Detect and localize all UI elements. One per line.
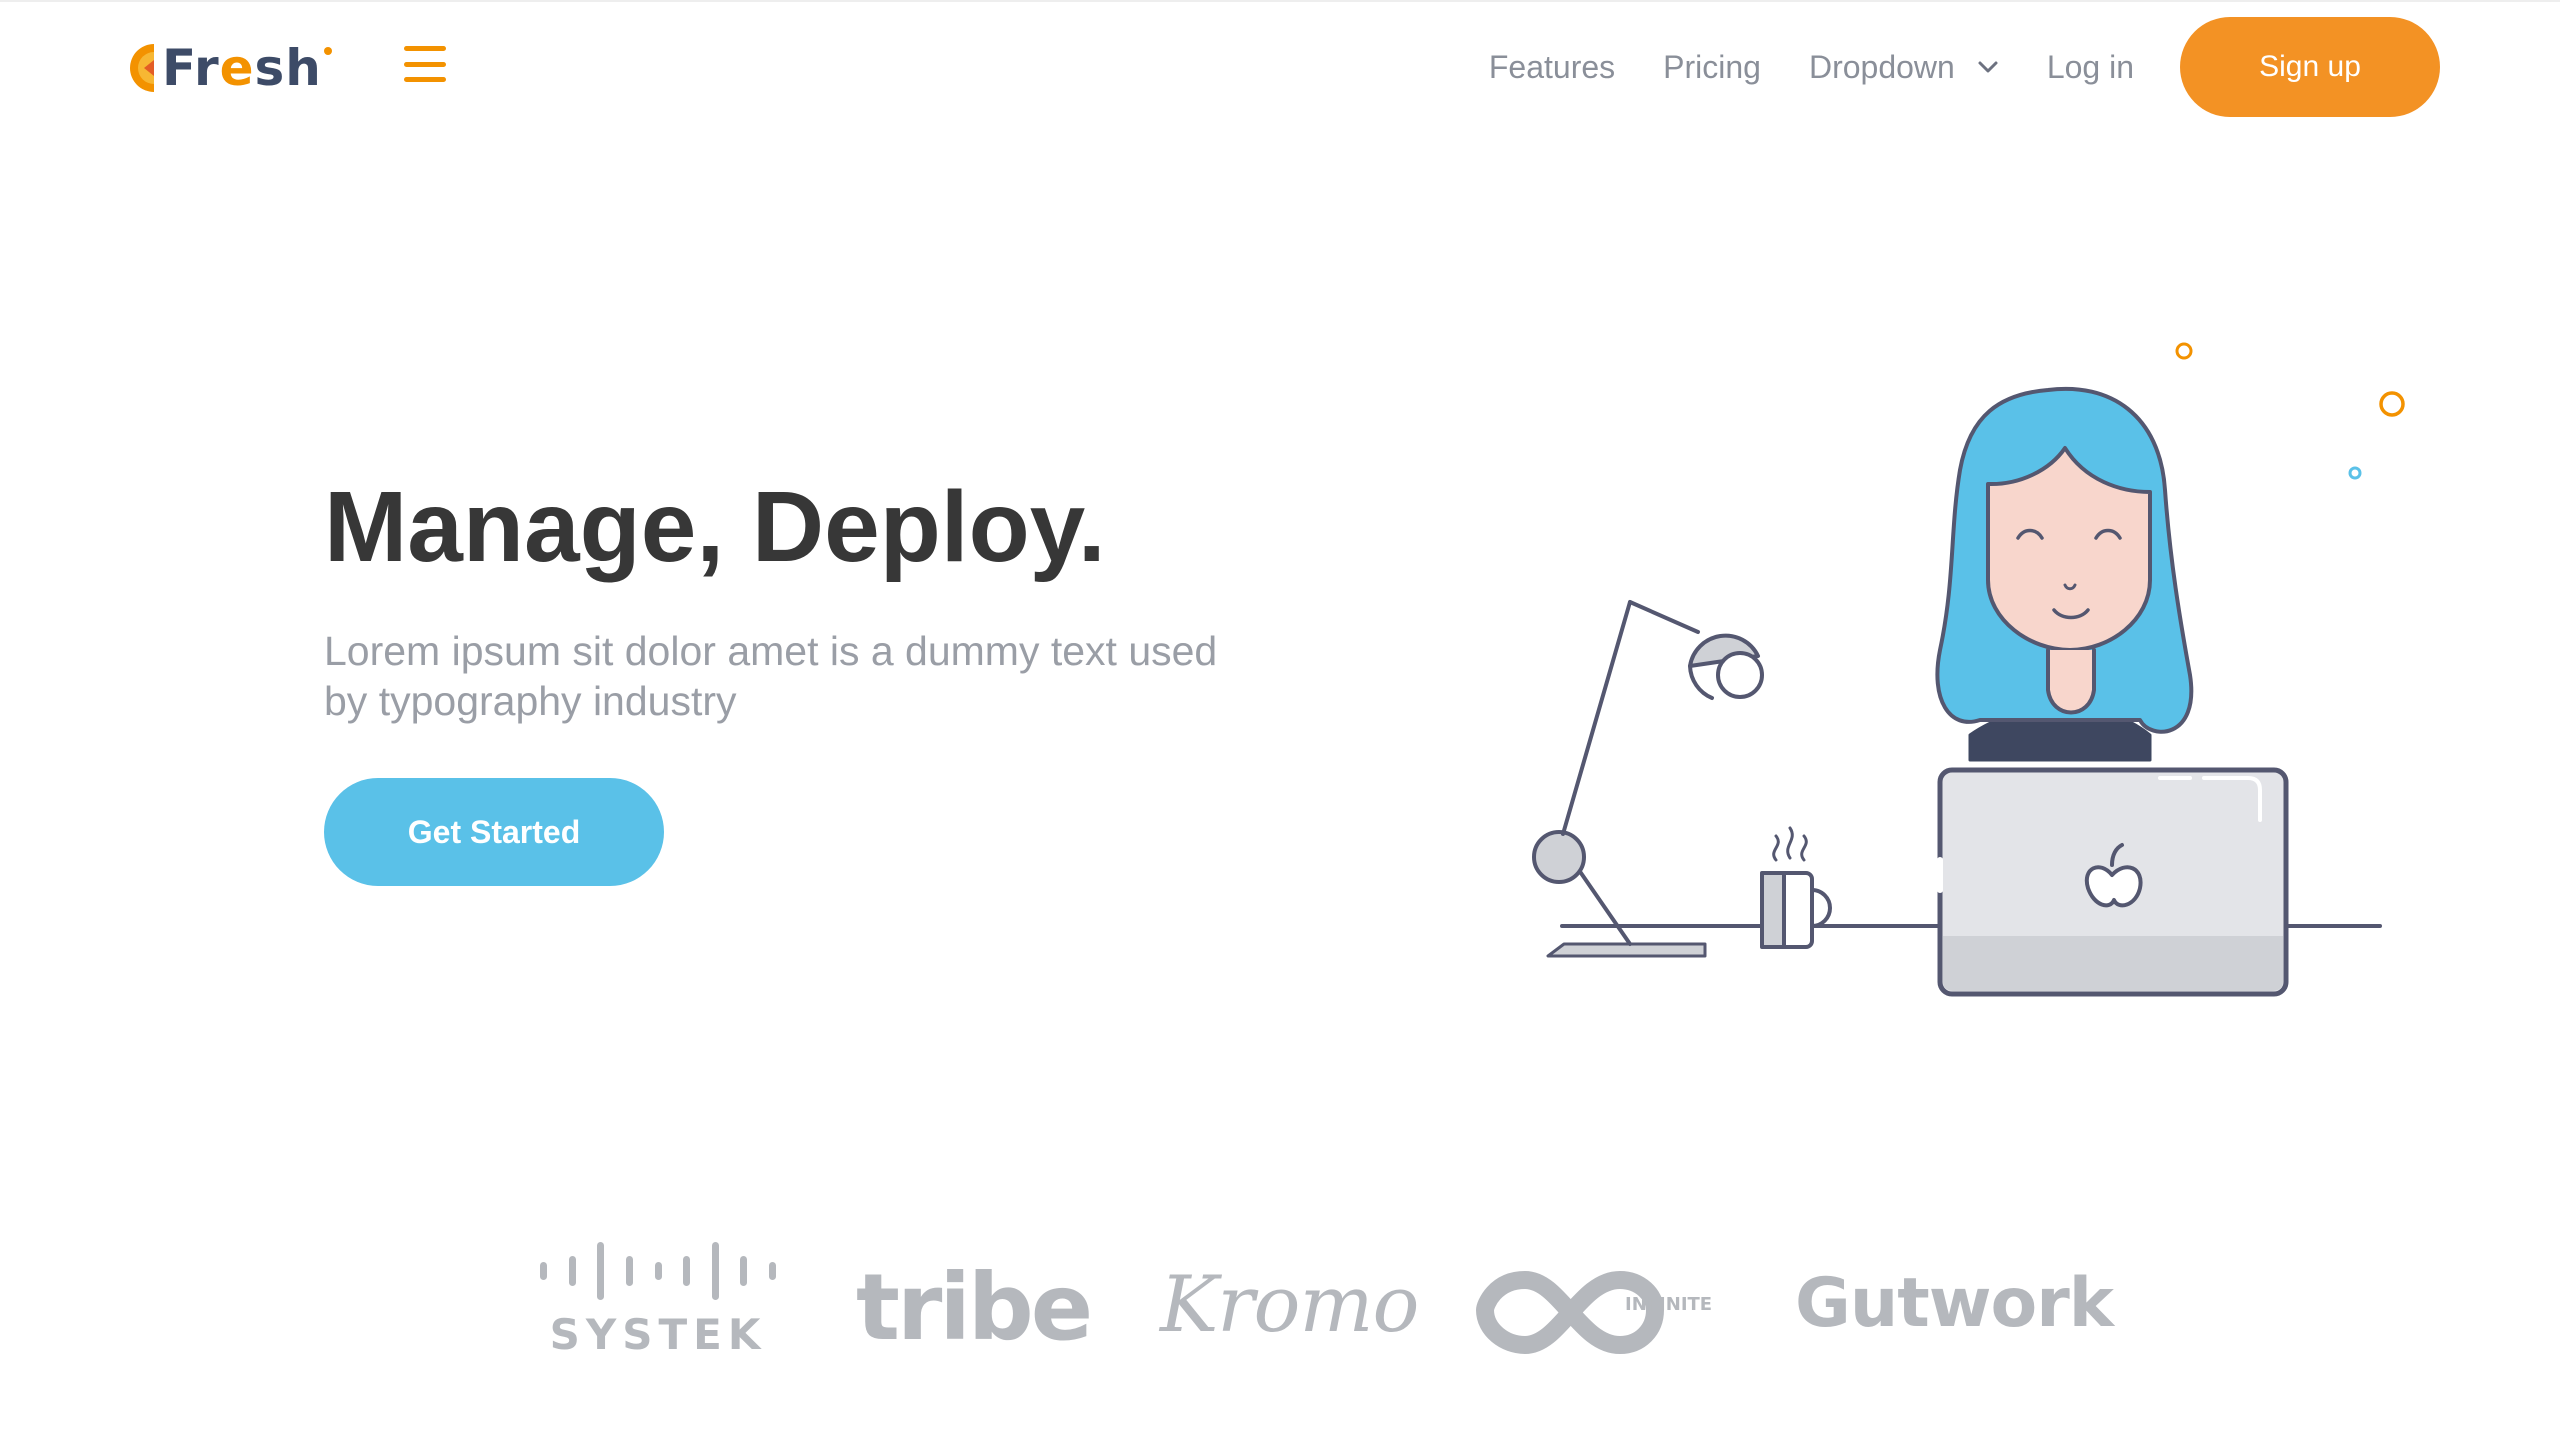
hamburger-menu-icon[interactable] [404,46,446,82]
decor-circle [2175,342,2193,360]
infinite-wordmark: INFINITE [1625,1294,1713,1315]
client-logo-systek: SYSTEK [540,1240,776,1370]
coffee-mug-icon [1760,826,1832,949]
nav-link-login[interactable]: Log in [2047,49,2134,86]
hero-illustration [1532,342,2405,997]
client-logo-gutwork: Gutwork [1795,1264,2114,1343]
client-logo-infinite: INFINITE [1475,1250,1712,1360]
nav-dropdown[interactable]: Dropdown [1809,49,1999,86]
nav-dropdown-label: Dropdown [1808,48,1955,85]
decor-circle [2379,391,2405,417]
get-started-button[interactable]: Get Started [324,778,664,886]
systek-wordmark: SYSTEK [549,1310,767,1359]
brand-wordmark: Fresh [162,39,332,97]
navbar: Fresh Features Pricing Dropdown Log in S… [0,0,2560,130]
nav-links: Features Pricing Dropdown Log in Sign up [1489,16,2560,118]
landing-page: Fresh Features Pricing Dropdown Log in S… [0,0,2560,1440]
client-logos: SYSTEK tribe Kromo INFINITE Gutwork [540,1240,2114,1380]
hero-title: Manage, Deploy. [324,471,1106,583]
brand-mark-icon [130,44,154,92]
laptop-icon [1937,767,2289,997]
nav-link-pricing[interactable]: Pricing [1663,49,1761,86]
desk-lamp-icon [1532,600,1764,958]
chevron-down-icon [1978,61,1998,73]
nav-link-features[interactable]: Features [1489,49,1615,86]
hero-subtitle: Lorem ipsum sit dolor amet is a dummy te… [324,628,1218,724]
signup-button[interactable]: Sign up [2180,17,2440,117]
systek-bars-icon [540,1240,776,1302]
decor-circle [2348,466,2362,480]
brand-dot [323,47,332,55]
client-logo-tribe: tribe [856,1254,1093,1361]
brand-logo[interactable]: Fresh [124,38,332,98]
person-illustration [1935,386,2194,762]
client-logo-kromo: Kromo [1160,1260,1419,1350]
